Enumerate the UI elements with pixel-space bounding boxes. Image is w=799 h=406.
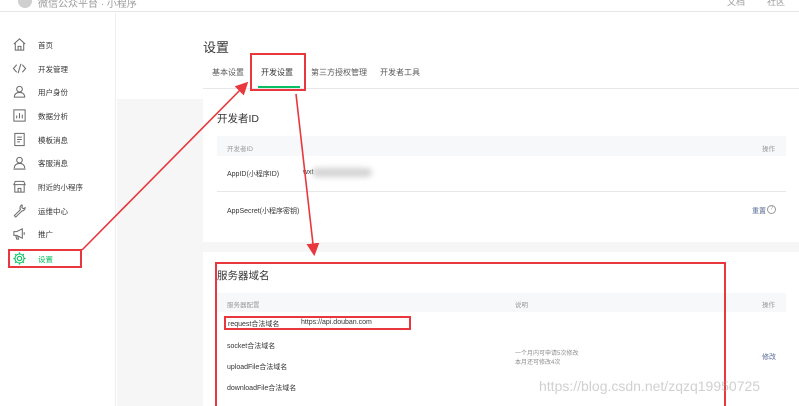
platform-title: 微信公众平台 · 小程序 [38, 0, 137, 10]
megaphone-icon [13, 227, 25, 240]
sidebar-item-label: 附近的小程序 [38, 183, 83, 192]
sidebar-item-label: 推广 [38, 230, 53, 239]
appid-blurred-value [312, 168, 372, 177]
sidebar-item-nearby-miniprogram[interactable]: 附近的小程序 [0, 177, 115, 197]
reset-secret-link[interactable]: 重置 [752, 206, 766, 216]
developer-id-table-header [217, 136, 786, 156]
tab-basic-settings[interactable]: 基本设置 [212, 67, 244, 78]
appsecret-label: AppSecret(小程序密钥) [227, 208, 300, 215]
page-title: 设置 [203, 40, 230, 55]
modify-domain-link[interactable]: 修改 [762, 352, 776, 362]
top-bar: 微信公众平台 · 小程序 文档 社区 [0, 0, 799, 12]
code-icon [12, 63, 27, 74]
sidebar-item-label: 数据分析 [38, 112, 68, 121]
row-divider [217, 191, 786, 192]
col-header-action: 操作 [762, 302, 775, 309]
wrench-icon [13, 204, 26, 218]
community-link[interactable]: 社区 [767, 0, 785, 8]
annotation-box-request-domain [224, 316, 411, 330]
sidebar-item-ops-center[interactable]: 运维中心 [0, 201, 115, 221]
sidebar-item-label: 客服消息 [38, 159, 68, 168]
appid-label: AppID(小程序ID) [227, 171, 280, 178]
annotation-box-settings [8, 249, 82, 268]
home-icon [13, 38, 26, 51]
store-icon [13, 180, 26, 193]
sidebar-item-customer-service[interactable]: 客服消息 [0, 153, 115, 173]
document-icon [14, 132, 25, 147]
sidebar-item-data-analysis[interactable]: 数据分析 [0, 106, 115, 126]
sidebar-item-home[interactable]: 首页 [0, 35, 115, 55]
col-header-action: 操作 [762, 146, 775, 153]
user-icon [13, 85, 26, 98]
sidebar-item-label: 模板消息 [38, 136, 68, 145]
tab-dev-tools[interactable]: 开发者工具 [380, 67, 420, 78]
annotation-box-dev-settings-tab [250, 53, 306, 91]
col-header-dev-id: 开发者ID [227, 146, 253, 153]
tab-third-party-auth[interactable]: 第三方授权管理 [311, 67, 367, 78]
customer-service-icon [13, 156, 26, 170]
sidebar-item-label: 运维中心 [38, 207, 68, 216]
page-header [117, 13, 799, 99]
sidebar-item-template-message[interactable]: 模板消息 [0, 130, 115, 150]
sidebar-item-dev-management[interactable]: 开发管理 [0, 59, 115, 79]
developer-id-title: 开发者ID [217, 113, 259, 125]
sidebar-item-label: 首页 [38, 41, 53, 50]
sidebar-item-label: 开发管理 [38, 65, 68, 74]
chart-icon [13, 109, 26, 122]
developer-id-card [203, 99, 799, 242]
docs-link[interactable]: 文档 [727, 0, 745, 8]
wechat-logo-icon [18, 0, 32, 8]
sidebar-item-promotion[interactable]: 推广 [0, 224, 115, 244]
sidebar-item-user-identity[interactable]: 用户身份 [0, 82, 115, 102]
help-circle-icon[interactable]: ? [767, 205, 776, 214]
watermark: https://blog.csdn.net/zqzq19950725 [539, 378, 761, 394]
sidebar-item-label: 用户身份 [38, 88, 68, 97]
